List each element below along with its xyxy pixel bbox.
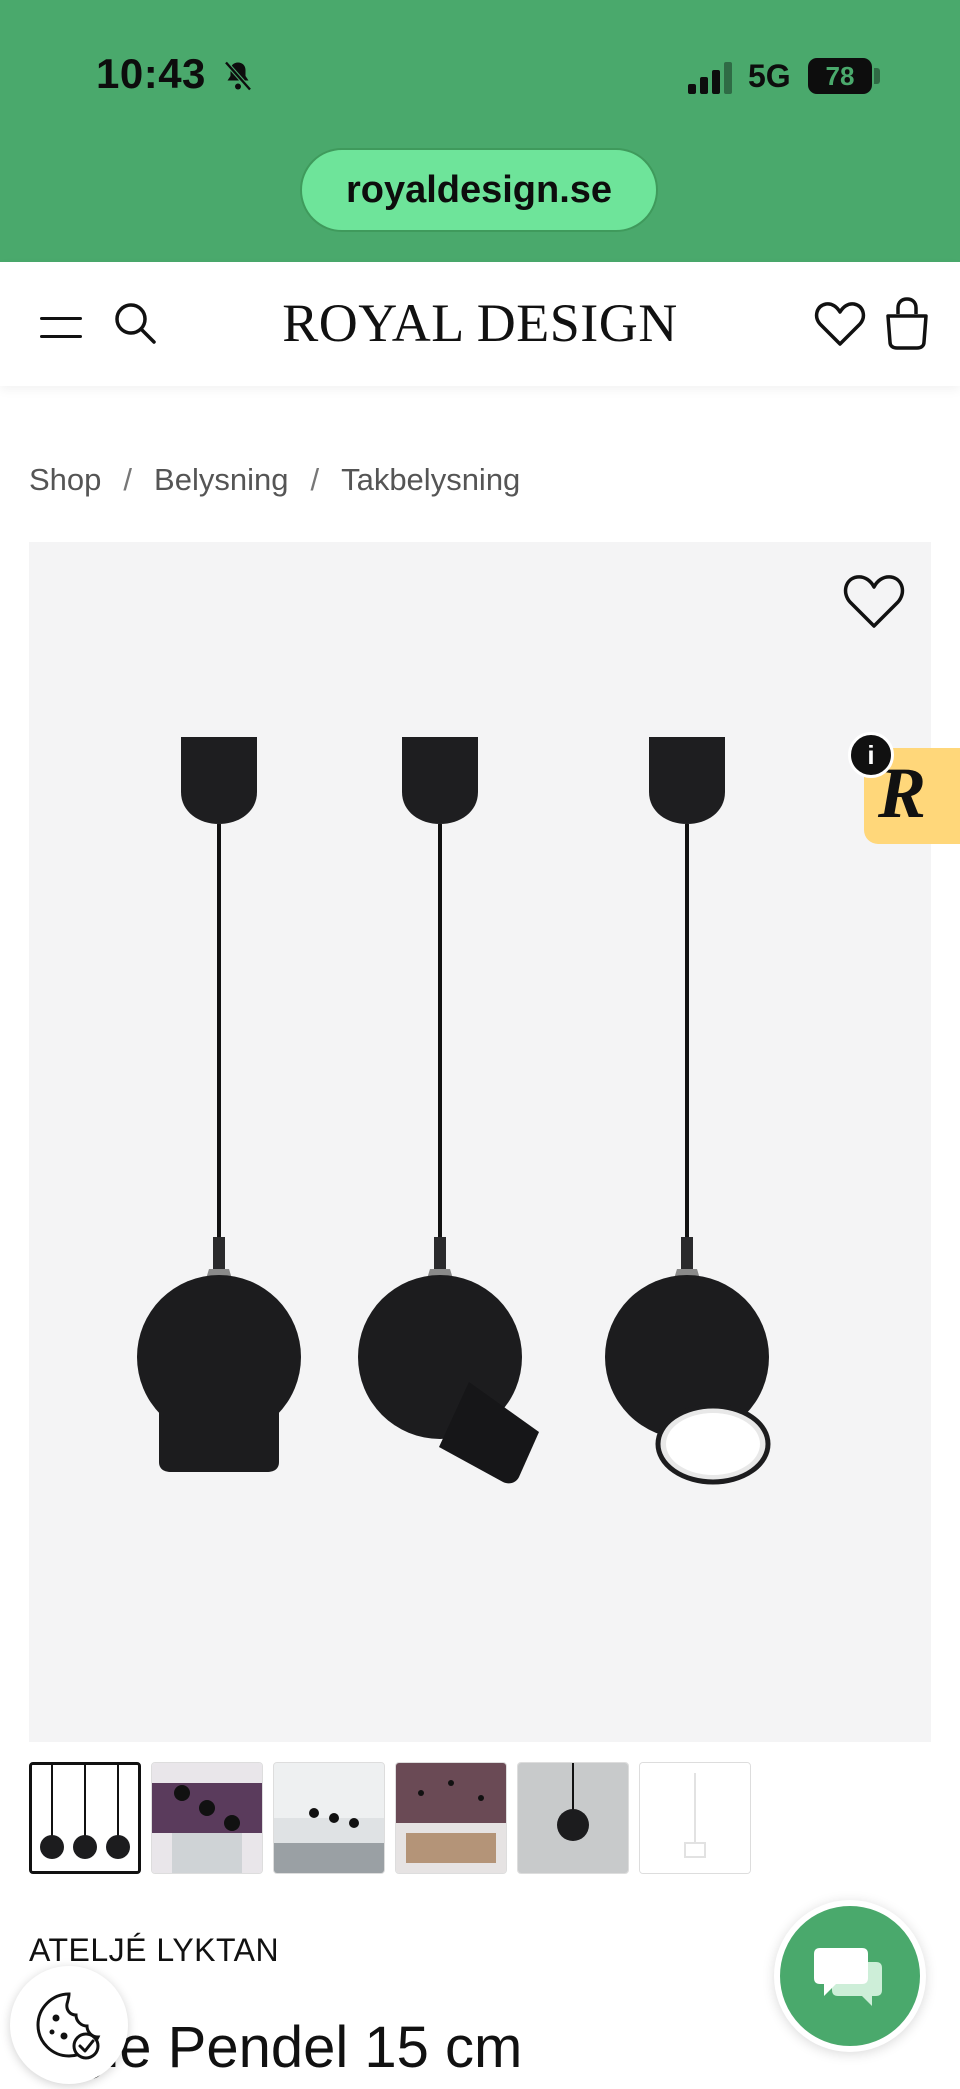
breadcrumb-separator: / xyxy=(310,462,320,497)
breadcrumb-takbelysning[interactable]: Takbelysning xyxy=(341,462,520,498)
pendant-lamp-2 xyxy=(358,737,539,1484)
thumbnail-5[interactable] xyxy=(517,1762,629,1874)
site-header: ROYAL DESIGN xyxy=(0,262,960,386)
thumbnail-strip xyxy=(29,1762,751,1874)
breadcrumb-separator: / xyxy=(123,462,133,497)
thumbnail-3[interactable] xyxy=(273,1762,385,1874)
battery-nub xyxy=(874,68,880,84)
breadcrumb: Shop / Belysning / Takbelysning xyxy=(29,462,520,498)
status-time: 10:43 xyxy=(96,50,206,97)
thumbnail-2[interactable] xyxy=(151,1762,263,1874)
bag-icon[interactable] xyxy=(884,296,930,350)
chat-button[interactable] xyxy=(774,1900,926,2052)
breadcrumb-belysning[interactable]: Belysning xyxy=(154,462,288,498)
bell-muted-icon xyxy=(224,61,252,91)
cookie-settings-button[interactable] xyxy=(10,1966,128,2084)
wishlist-heart-icon[interactable] xyxy=(842,572,906,630)
product-main-image[interactable] xyxy=(29,542,931,1742)
battery-level: 78 xyxy=(825,60,855,91)
network-type: 5G xyxy=(748,58,791,94)
signal-icon xyxy=(688,62,732,94)
url-bar[interactable]: royaldesign.se xyxy=(300,148,658,232)
pendant-lamp-1 xyxy=(137,737,301,1472)
battery-icon: 78 xyxy=(808,58,872,94)
cookie-icon xyxy=(36,1992,101,2060)
product-brand[interactable]: ATELJÉ LYKTAN xyxy=(29,1932,279,1969)
breadcrumb-shop[interactable]: Shop xyxy=(29,462,101,498)
thumbnail-6[interactable] xyxy=(639,1762,751,1874)
thumbnail-1[interactable] xyxy=(29,1762,141,1874)
pendant-lamps-illustration xyxy=(137,737,771,1485)
info-icon[interactable]: i xyxy=(848,732,894,778)
browser-chrome: 10:43 5G 78 royaldesign.se xyxy=(0,0,960,262)
chat-icon xyxy=(814,1948,882,2006)
heart-icon[interactable] xyxy=(814,300,866,348)
thumbnail-4[interactable] xyxy=(395,1762,507,1874)
pendant-lamp-3 xyxy=(605,737,771,1485)
